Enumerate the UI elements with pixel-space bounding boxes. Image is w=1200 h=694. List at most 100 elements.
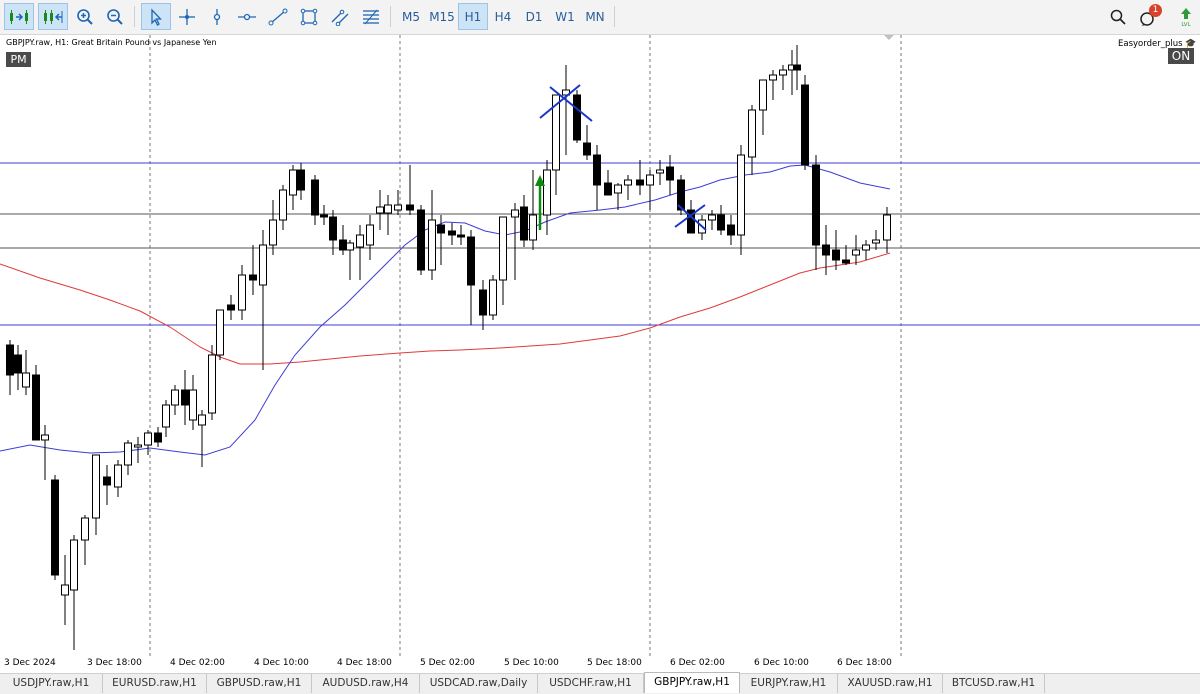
toolbar-separator [134, 6, 135, 27]
candle-bearish [320, 214, 328, 218]
timeframe-h1-button[interactable]: H1 [458, 3, 488, 30]
candle-bearish [467, 236, 475, 286]
timeframe-m15-button[interactable]: M15 [426, 3, 458, 30]
candle-bearish [801, 84, 809, 166]
candle-bearish [793, 64, 801, 71]
candle-bearish [457, 234, 465, 238]
candle-bullish [346, 242, 354, 251]
fibonacci-icon [363, 9, 379, 24]
candle-bullish [279, 189, 287, 221]
candle-bearish [51, 479, 59, 576]
autoscroll-button[interactable] [38, 3, 68, 30]
candle-bullish [624, 179, 632, 186]
horizontal-line-icon [238, 13, 256, 20]
candle-bearish [311, 179, 319, 216]
toolbar: M5 M15 H1 H4 D1 W1 MN 1 LVL [0, 0, 1200, 35]
candle-bullish [428, 219, 436, 271]
toolbar-separator [614, 6, 615, 27]
timeframe-d1-button[interactable]: D1 [519, 3, 549, 30]
tab-usdjpy[interactable]: USDJPY.raw,H1 [0, 674, 103, 693]
search-button[interactable] [1106, 3, 1130, 30]
chart-shift-button[interactable] [4, 3, 34, 30]
timeframe-m5-button[interactable]: M5 [396, 3, 426, 30]
candle-bearish [593, 154, 601, 186]
channel-icon [331, 9, 349, 26]
candle-bullish [708, 214, 716, 221]
time-label: 4 Dec 18:00 [337, 658, 392, 668]
horizontal-line-button[interactable] [234, 3, 260, 30]
expert-advisor-status[interactable]: ON [1168, 48, 1194, 64]
timeframe-mn-button[interactable]: MN [580, 3, 610, 30]
candle-bearish [842, 259, 850, 264]
candle-bullish [656, 169, 664, 174]
candle-bullish [92, 454, 100, 519]
notification-badge: 1 [1149, 4, 1162, 17]
signals-button[interactable]: LVL [1176, 3, 1196, 30]
crosshair-button[interactable] [174, 3, 200, 30]
channel-button[interactable] [326, 3, 354, 30]
candle-bearish [822, 244, 830, 256]
candle-bullish [614, 184, 622, 194]
timeframe-h4-button[interactable]: H4 [488, 3, 518, 30]
price-chart[interactable] [0, 35, 1200, 656]
time-axis: 3 Dec 2024 3 Dec 18:00 4 Dec 02:00 4 Dec… [0, 656, 1200, 671]
time-label: 5 Dec 10:00 [504, 658, 559, 668]
candle-bullish [748, 109, 756, 158]
fibonacci-button[interactable] [358, 3, 384, 30]
candle-bullish [852, 249, 860, 256]
time-label: 6 Dec 10:00 [754, 658, 809, 668]
rectangle-button[interactable] [296, 3, 322, 30]
candle-bearish [249, 274, 257, 281]
toolbar-separator [390, 6, 391, 27]
tab-audusd[interactable]: AUDUSD.raw,H4 [312, 674, 420, 693]
tab-eurjpy[interactable]: EURJPY.raw,H1 [740, 674, 838, 693]
zoom-in-icon [77, 8, 93, 25]
candle-bullish [171, 389, 179, 406]
notifications-button[interactable]: 1 [1136, 3, 1162, 30]
tab-eurusd[interactable]: EURUSD.raw,H1 [103, 674, 207, 693]
candle-bullish [872, 239, 880, 244]
candle-bullish [81, 517, 89, 541]
candle-bullish [259, 244, 267, 286]
tab-usdchf[interactable]: USDCHF.raw,H1 [538, 674, 644, 693]
tab-gbpjpy[interactable]: GBPJPY.raw,H1 [644, 672, 740, 693]
candle-bullish [489, 279, 497, 316]
vertical-line-button[interactable] [204, 3, 230, 30]
candle-bearish [227, 304, 235, 311]
autoscroll-icon [44, 9, 63, 24]
time-label: 3 Dec 2024 [4, 658, 56, 668]
candle-bullish [208, 354, 216, 414]
cursor-button[interactable] [141, 3, 171, 30]
search-icon [1110, 9, 1126, 25]
candle-bullish [144, 432, 152, 446]
chart-shift-icon [10, 9, 28, 24]
zoom-out-button[interactable] [102, 3, 128, 30]
time-label: 6 Dec 18:00 [837, 658, 892, 668]
session-badge: PM [6, 52, 31, 67]
tab-usdcad[interactable]: USDCAD.raw,Daily [420, 674, 538, 693]
candle-bullish [779, 69, 787, 76]
candle-bullish [61, 584, 69, 596]
zoom-out-icon [107, 8, 123, 25]
vertical-line-icon [213, 8, 221, 25]
candle-bearish [520, 206, 528, 241]
candle-bullish [769, 74, 777, 81]
zoom-in-button[interactable] [72, 3, 98, 30]
svg-text:LVL: LVL [1181, 22, 1191, 27]
candle-bullish [198, 414, 206, 426]
time-label: 6 Dec 02:00 [670, 658, 725, 668]
candle-bearish [417, 209, 425, 271]
candle-bearish [448, 230, 456, 236]
tab-gbpusd[interactable]: GBPUSD.raw,H1 [207, 674, 312, 693]
tab-xauusd[interactable]: XAUUSD.raw,H1 [838, 674, 943, 693]
timeframe-w1-button[interactable]: W1 [550, 3, 580, 30]
candle-bullish [114, 464, 122, 488]
tab-btcusd[interactable]: BTCUSD.raw,H1 [943, 674, 1045, 693]
candle-bearish [297, 169, 305, 191]
signal-level-icon: LVL [1181, 7, 1192, 27]
candle-bearish [666, 166, 674, 181]
candle-bearish [103, 476, 111, 486]
candle-bullish [543, 169, 551, 216]
time-label: 3 Dec 18:00 [87, 658, 142, 668]
trend-line-button[interactable] [264, 3, 292, 30]
